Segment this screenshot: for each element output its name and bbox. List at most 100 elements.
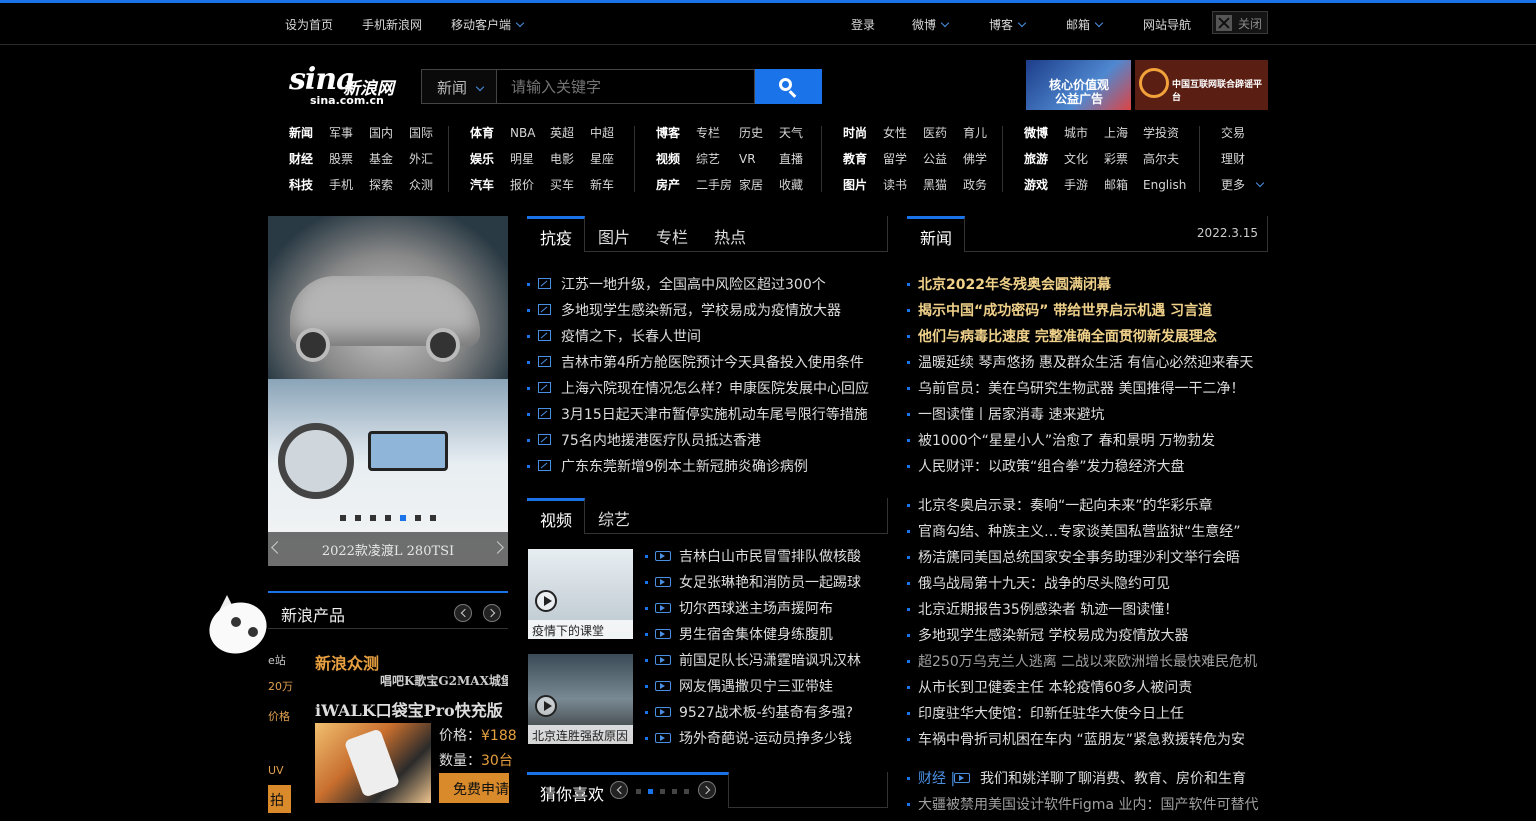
zhongce-title[interactable]: 新浪众测 — [315, 650, 379, 674]
apply-free-button[interactable]: 免费申请 — [439, 773, 509, 803]
news-item[interactable]: 官商勾结、种族主义…专家谈美国私营监狱“生意经” — [907, 522, 1268, 548]
nav-link[interactable]: 手游 — [1064, 174, 1088, 196]
nav-link[interactable]: 博客 — [656, 122, 680, 144]
nav-link[interactable]: 育儿 — [963, 122, 987, 144]
tab-epidemic-2[interactable]: 专栏 — [643, 216, 701, 252]
nav-link[interactable]: 留学 — [883, 148, 907, 170]
nav-link[interactable]: 娱乐 — [470, 148, 494, 170]
nav-link[interactable]: 学投资 — [1143, 122, 1179, 144]
list-item[interactable]: 3月15日起天津市暂停实施机动车尾号限行等措施 — [527, 405, 888, 431]
news-item[interactable]: 揭示中国“成功密码” 带给世界启示机遇 习言道 — [907, 301, 1268, 327]
nav-link[interactable]: 微博 — [1024, 122, 1048, 144]
news-item[interactable]: 温暖延续 琴声悠扬 惠及群众生活 有信心必然迎来春天 — [907, 353, 1268, 379]
video-thumb[interactable]: 疫情下的课堂 — [528, 549, 633, 639]
tab-video-1[interactable]: 综艺 — [585, 498, 643, 534]
news-item[interactable]: 北京冬奥启示录：奏响“一起向未来”的华彩乐章 — [907, 496, 1268, 522]
list-item[interactable]: 江苏一地升级，全国高中风险区超过300个 — [527, 275, 888, 301]
nav-link[interactable]: 邮箱 — [1104, 174, 1128, 196]
news-item[interactable]: 他们与病毒比速度 完整准确全面贯彻新发展理念 — [907, 327, 1268, 353]
product-name[interactable]: iWALK口袋宝Pro快充版 — [315, 697, 503, 721]
products-next-button[interactable] — [483, 604, 501, 622]
nav-link[interactable]: 英超 — [550, 122, 574, 144]
news-item[interactable]: 北京近期报告35例感染者 轨迹一图读懂！ — [907, 600, 1268, 626]
finance-news-item[interactable]: 财经 | 我们和姚洋聊了聊消费、教育、房价和生育 — [907, 769, 1268, 795]
slider-dot[interactable] — [400, 515, 406, 521]
guess-dot[interactable] — [636, 789, 641, 794]
guess-prev-button[interactable] — [610, 781, 628, 799]
sina-logo[interactable]: sina 新浪网 sina.com.cn — [289, 60, 409, 110]
list-item[interactable]: 9527战术板-约基奇有多强? — [645, 703, 888, 729]
news-item[interactable]: 被1000个“星星小人”治愈了 春和景明 万物勃发 — [907, 431, 1268, 457]
login-link[interactable]: 登录 — [851, 16, 875, 33]
ad-rumor-platform[interactable]: 中国互联网联合辟谣平台 — [1135, 60, 1268, 110]
nav-link[interactable]: 图片 — [843, 174, 867, 196]
nav-link[interactable]: 探索 — [369, 174, 393, 196]
guess-next-button[interactable] — [698, 781, 716, 799]
products-prev-button[interactable] — [454, 604, 472, 622]
slider-dot[interactable] — [355, 515, 361, 521]
nav-link[interactable]: 收藏 — [779, 174, 803, 196]
list-item[interactable]: 多地现学生感染新冠，学校易成为疫情放大器 — [527, 301, 888, 327]
nav-link[interactable]: English — [1143, 174, 1186, 196]
focus-slider[interactable] — [268, 216, 508, 566]
news-item[interactable]: 从市长到卫健委主任 本轮疫情60多人被问责 — [907, 678, 1268, 704]
nav-link[interactable]: 买车 — [550, 174, 574, 196]
nav-link[interactable]: 高尔夫 — [1143, 148, 1179, 170]
nav-link[interactable]: 星座 — [590, 148, 614, 170]
nav-link[interactable]: 财经 — [289, 148, 313, 170]
news-item[interactable]: 俄乌战局第十九天：战争的尽头隐约可见 — [907, 574, 1268, 600]
nav-link[interactable]: 更多 — [1221, 174, 1245, 196]
nav-link[interactable]: 直播 — [779, 148, 803, 170]
nav-link[interactable]: 天气 — [779, 122, 803, 144]
blog-menu[interactable]: 博客 — [989, 16, 1027, 33]
search-category-select[interactable]: 新闻 — [421, 69, 497, 104]
search-input[interactable] — [497, 69, 755, 104]
tab-epidemic-3[interactable]: 热点 — [701, 216, 759, 252]
news-item[interactable]: 杨洁篪同美国总统国家安全事务助理沙利文举行会晤 — [907, 548, 1268, 574]
news-item[interactable]: 车祸中骨折司机困在车内 “蓝朋友”紧急救援转危为安 — [907, 730, 1268, 756]
mail-menu[interactable]: 邮箱 — [1066, 16, 1104, 33]
nav-link[interactable]: 家居 — [739, 174, 763, 196]
nav-link[interactable]: 房产 — [656, 174, 680, 196]
slide-caption-bar[interactable]: 2022款凌渡L 280TSI — [268, 532, 508, 566]
slider-dot[interactable] — [385, 515, 391, 521]
nav-link[interactable]: 时尚 — [843, 122, 867, 144]
nav-link[interactable]: 黑猫 — [923, 174, 947, 196]
nav-link[interactable]: 国际 — [409, 122, 433, 144]
video-thumb[interactable]: 北京连胜强敌原因 — [528, 654, 633, 744]
nav-link[interactable]: 体育 — [470, 122, 494, 144]
news-item[interactable]: 超250万乌克兰人逃离 二战以来欧洲增长最快难民危机 — [907, 652, 1268, 678]
nav-link[interactable]: 综艺 — [696, 148, 720, 170]
news-item[interactable]: 乌前官员：美在乌研究生物武器 美国推得一干二净！ — [907, 379, 1268, 405]
nav-link[interactable]: 城市 — [1064, 122, 1088, 144]
tab-news[interactable]: 新闻 — [907, 216, 965, 252]
nav-link[interactable]: 电影 — [550, 148, 574, 170]
nav-link[interactable]: 女性 — [883, 122, 907, 144]
nav-link[interactable]: 众测 — [409, 174, 433, 196]
mascot-cat-icon[interactable] — [202, 594, 274, 662]
list-item[interactable]: 男生宿舍集体健身练腹肌 — [645, 625, 888, 651]
news-item[interactable]: 印度驻华大使馆：印新任驻华大使今日上任 — [907, 704, 1268, 730]
news-item[interactable]: 多地现学生感染新冠 学校易成为疫情放大器 — [907, 626, 1268, 652]
tab-epidemic-0[interactable]: 抗疫 — [527, 216, 585, 252]
nav-link[interactable]: 二手房 — [696, 174, 732, 196]
nav-link[interactable]: 交易 — [1221, 122, 1245, 144]
nav-link[interactable]: 手机 — [329, 174, 353, 196]
slider-dot[interactable] — [370, 515, 376, 521]
side-bid-button[interactable]: 拍 — [268, 785, 291, 813]
list-item[interactable]: 场外奇葩说-运动员挣多少钱 — [645, 729, 888, 755]
tab-epidemic-1[interactable]: 图片 — [585, 216, 643, 252]
nav-link[interactable]: 国内 — [369, 122, 393, 144]
nav-link[interactable]: 文化 — [1064, 148, 1088, 170]
nav-link[interactable]: 科技 — [289, 174, 313, 196]
set-homepage-link[interactable]: 设为首页 — [285, 16, 333, 33]
list-item[interactable]: 75名内地援港医疗队员抵达香港 — [527, 431, 888, 457]
close-button[interactable]: 关闭 — [1212, 11, 1268, 34]
nav-link[interactable]: 教育 — [843, 148, 867, 170]
nav-link[interactable]: 股票 — [329, 148, 353, 170]
tab-video-0[interactable]: 视频 — [527, 498, 585, 534]
mobile-sina-link[interactable]: 手机新浪网 — [362, 16, 422, 33]
nav-link[interactable]: 上海 — [1104, 122, 1128, 144]
nav-link[interactable]: VR — [739, 148, 756, 170]
guess-dot[interactable] — [648, 789, 653, 794]
